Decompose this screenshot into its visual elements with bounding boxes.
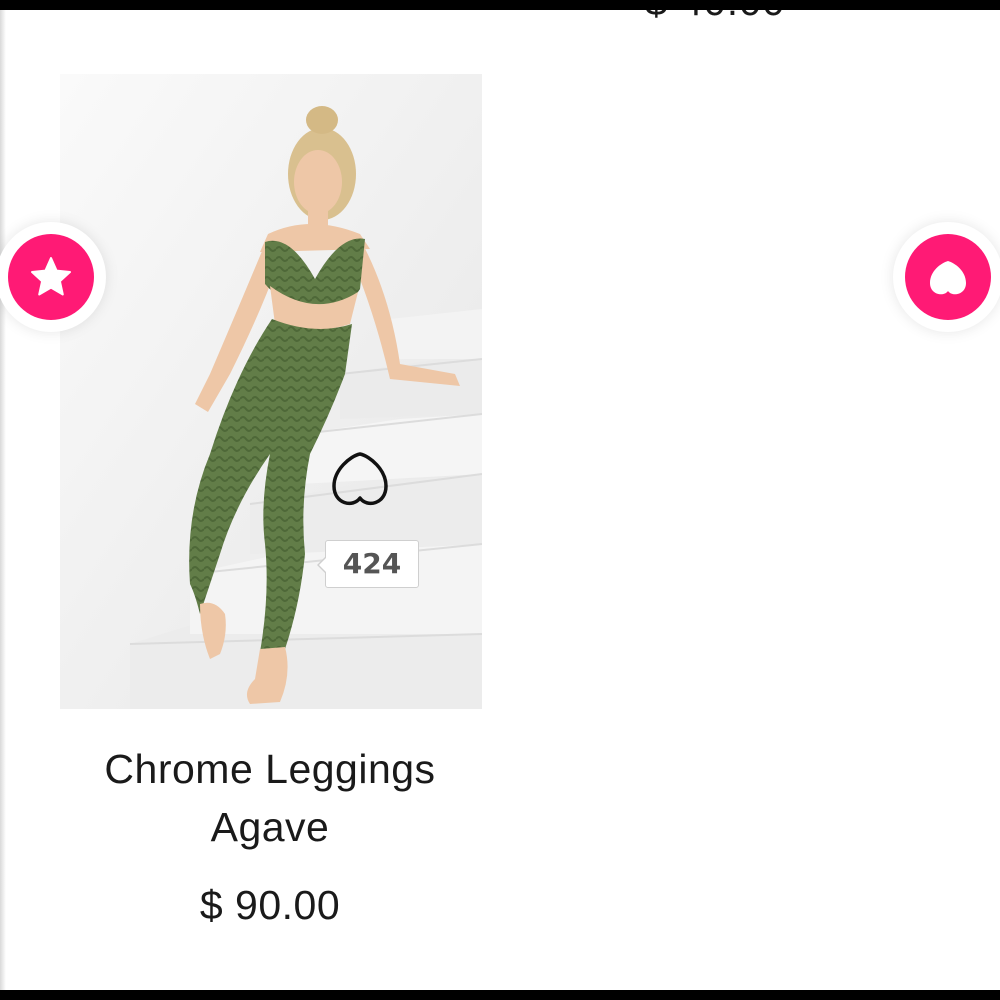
previous-item-price: $ 40.00 bbox=[645, 10, 785, 25]
product-title[interactable]: Chrome Leggings Agave bbox=[50, 740, 490, 856]
favorites-button[interactable] bbox=[0, 222, 106, 332]
wishlist-button-circle bbox=[905, 234, 991, 320]
product-price: $ 90.00 bbox=[199, 882, 341, 928]
heart-outline-icon[interactable] bbox=[330, 450, 390, 506]
favorites-button-circle bbox=[8, 234, 94, 320]
wishlist-button[interactable] bbox=[893, 222, 1000, 332]
heart-icon bbox=[930, 261, 966, 295]
product-image[interactable] bbox=[60, 74, 482, 709]
star-icon bbox=[31, 257, 71, 296]
like-count-badge: 424 bbox=[317, 540, 419, 588]
left-edge-shadow bbox=[0, 10, 6, 990]
product-list-screen: $ 40.00 bbox=[0, 10, 1000, 990]
product-title-line2: Agave bbox=[210, 804, 330, 850]
product-title-line1: Chrome Leggings bbox=[104, 746, 436, 792]
product-photo-illustration bbox=[60, 74, 482, 709]
